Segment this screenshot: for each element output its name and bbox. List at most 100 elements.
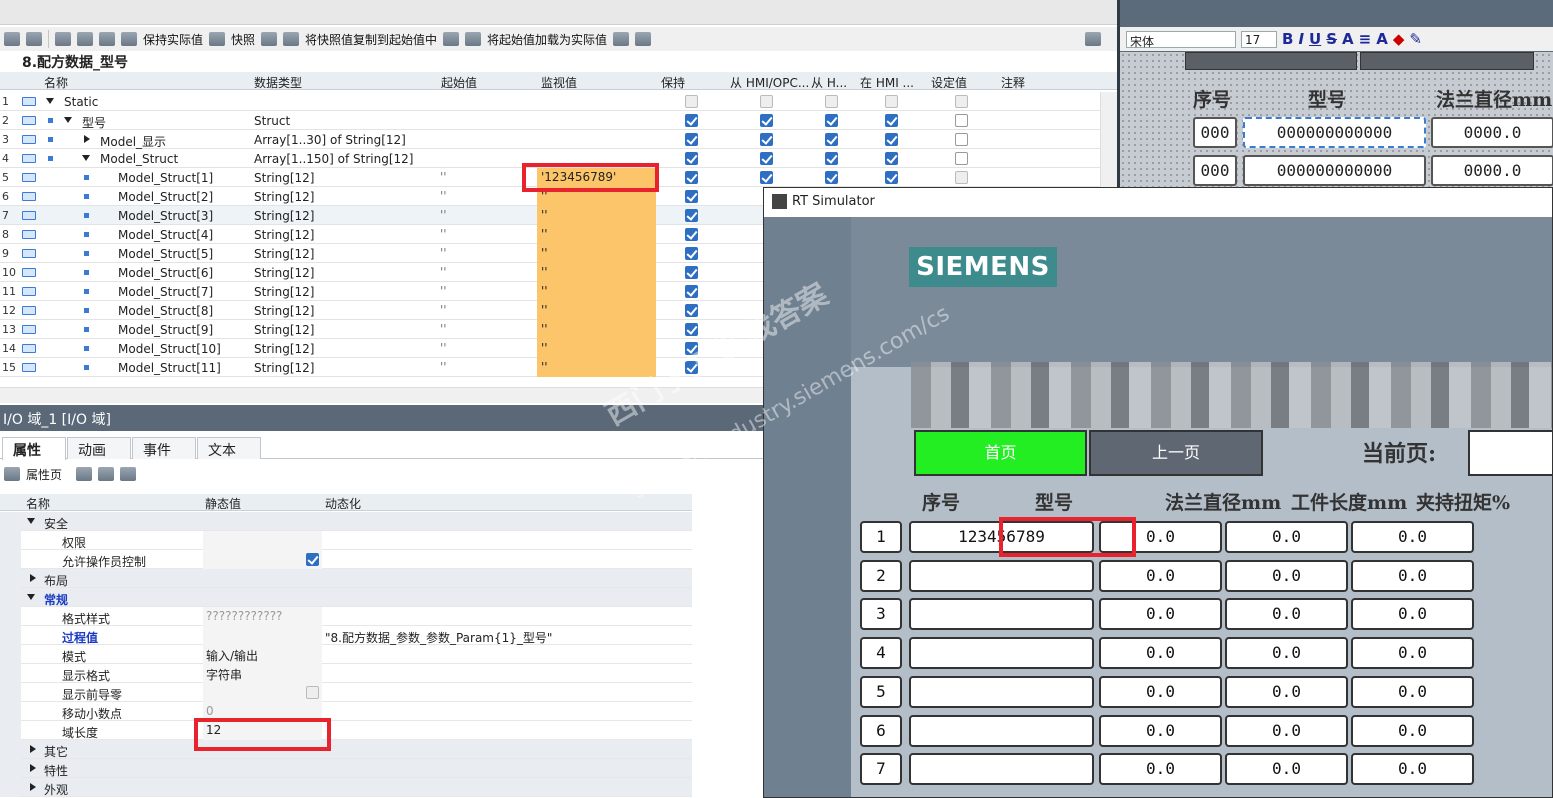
db-row[interactable]: 3 Model_显示 Array[1..30] of String[12] xyxy=(0,130,1100,149)
option-checkbox[interactable] xyxy=(885,152,898,165)
tag-start-value[interactable]: '' xyxy=(440,284,447,298)
length-cell[interactable]: 0.0 xyxy=(1225,521,1348,553)
option-checkbox[interactable] xyxy=(825,171,838,184)
bold-icon[interactable]: B xyxy=(1282,30,1293,48)
tag-start-value[interactable]: '' xyxy=(440,246,447,260)
tag-datatype[interactable]: String[12] xyxy=(254,266,314,280)
underline-icon[interactable]: U xyxy=(1309,30,1321,48)
property-page-icon[interactable] xyxy=(4,467,20,481)
wcc-cell[interactable]: 000000000000 xyxy=(1243,155,1426,186)
property-static-value[interactable]: 12 xyxy=(203,721,322,740)
tag-datatype[interactable]: String[12] xyxy=(254,171,314,185)
expand-right-icon[interactable] xyxy=(30,574,36,582)
flange-cell[interactable]: 0.0 xyxy=(1099,559,1222,592)
tag-monitor-value[interactable]: '' xyxy=(537,358,656,377)
flange-cell[interactable]: 0.0 xyxy=(1099,521,1222,553)
col-setpoint[interactable]: 设定值 xyxy=(931,74,967,91)
option-checkbox[interactable] xyxy=(885,171,898,184)
option-checkbox[interactable] xyxy=(955,171,968,184)
db-row[interactable]: 2 型号 Struct xyxy=(0,111,1100,130)
tag-name[interactable]: Model_Struct[10] xyxy=(118,342,221,356)
download-icon[interactable] xyxy=(613,32,630,46)
option-checkbox[interactable] xyxy=(685,133,698,146)
tag-name[interactable]: Model_Struct[1] xyxy=(118,171,213,185)
option-checkbox[interactable] xyxy=(760,152,773,165)
option-checkbox[interactable] xyxy=(760,171,773,184)
col-prop-static[interactable]: 静态值 xyxy=(205,495,241,512)
tag-datatype[interactable]: String[12] xyxy=(254,361,314,375)
align-icon[interactable]: ≡ xyxy=(1359,30,1372,48)
wcc-cell-selected[interactable]: 000000000000 xyxy=(1243,117,1426,148)
length-cell[interactable]: 0.0 xyxy=(1225,559,1348,592)
option-checkbox[interactable] xyxy=(685,171,698,184)
flange-cell[interactable]: 0.0 xyxy=(1099,675,1222,708)
property-row[interactable]: 允许操作员控制 xyxy=(0,550,692,569)
tab-events[interactable]: 事件 xyxy=(132,437,196,459)
flange-cell[interactable]: 0.0 xyxy=(1099,714,1222,747)
wcc-cell[interactable]: 000 xyxy=(1193,117,1237,148)
option-checkbox[interactable] xyxy=(685,152,698,165)
torque-cell[interactable]: 0.0 xyxy=(1351,521,1474,553)
add-row-icon[interactable] xyxy=(26,32,42,46)
col-prop-name[interactable]: 名称 xyxy=(26,495,50,512)
option-checkbox[interactable] xyxy=(685,95,698,108)
tag-datatype[interactable]: String[12] xyxy=(254,209,314,223)
length-cell[interactable]: 0.0 xyxy=(1225,598,1348,631)
tag-name[interactable]: Model_显示 xyxy=(100,133,166,150)
property-static-value[interactable]: 输入/输出 xyxy=(203,645,322,664)
load-start-icon-2[interactable] xyxy=(465,32,482,46)
fill-color-icon[interactable]: ◆ xyxy=(1393,30,1405,48)
expand-right-icon[interactable] xyxy=(30,745,36,753)
rt-titlebar[interactable]: RT Simulator xyxy=(764,188,1552,217)
sort-icon[interactable] xyxy=(76,467,93,481)
option-checkbox[interactable] xyxy=(885,95,898,108)
tag-monitor-value[interactable]: '' xyxy=(537,282,656,301)
property-group[interactable]: 外观 xyxy=(0,778,692,797)
italic-icon[interactable]: I xyxy=(1298,30,1304,48)
tag-datatype[interactable]: Array[1..150] of String[12] xyxy=(254,152,414,166)
tag-name[interactable]: Model_Struct[5] xyxy=(118,247,213,261)
expand-right-icon[interactable] xyxy=(30,764,36,772)
current-page-field[interactable] xyxy=(1468,430,1552,476)
option-checkbox[interactable] xyxy=(685,266,698,279)
expand-down-icon[interactable] xyxy=(46,98,54,104)
property-group[interactable]: 常规 xyxy=(0,588,692,607)
tag-name[interactable]: Model_Struct[7] xyxy=(118,285,213,299)
option-checkbox[interactable] xyxy=(955,152,968,165)
flange-cell[interactable]: 0.0 xyxy=(1099,753,1222,786)
line-color-icon[interactable]: ✎ xyxy=(1409,30,1422,48)
wcc-cell[interactable]: 000 xyxy=(1193,155,1237,186)
torque-cell[interactable]: 0.0 xyxy=(1351,714,1474,747)
tag-monitor-value[interactable]: '' xyxy=(537,301,656,320)
tag-monitor-value[interactable]: '' xyxy=(537,206,656,225)
col-in-hmi[interactable]: 在 HMI ... xyxy=(860,74,914,91)
col-monitor[interactable]: 监视值 xyxy=(541,74,577,91)
property-page-label[interactable]: 属性页 xyxy=(26,466,62,483)
property-static-value[interactable]: 0 xyxy=(203,702,322,721)
property-checkbox[interactable] xyxy=(306,553,319,566)
wcc-cell[interactable]: 0000.0 xyxy=(1431,117,1553,148)
tag-monitor-value[interactable]: '' xyxy=(537,244,656,263)
insert-row-icon[interactable] xyxy=(4,32,20,46)
col-from-hmi-opc[interactable]: 从 HMI/OPC... xyxy=(730,74,809,91)
model-cell[interactable] xyxy=(909,637,1094,670)
flange-cell[interactable]: 0.0 xyxy=(1099,598,1222,631)
option-checkbox[interactable] xyxy=(685,285,698,298)
tag-start-value[interactable]: '' xyxy=(440,208,447,222)
copy-snapshot-icon[interactable] xyxy=(261,32,278,46)
option-checkbox[interactable] xyxy=(825,114,838,127)
torque-cell[interactable]: 0.0 xyxy=(1351,598,1474,631)
font-size-select[interactable]: 17 xyxy=(1241,30,1277,48)
db-row[interactable]: 4 Model_Struct Array[1..150] of String[12] xyxy=(0,149,1100,168)
font-color-icon[interactable]: A xyxy=(1376,30,1388,48)
property-row[interactable]: 域长度 12 xyxy=(0,721,692,740)
upload-icon[interactable] xyxy=(635,32,652,46)
col-retain[interactable]: 保持 xyxy=(661,74,685,91)
db-row[interactable]: 5 Model_Struct[1] String[12] '' '123456789' xyxy=(0,168,1100,187)
snapshot-db-icon[interactable] xyxy=(209,32,226,46)
option-checkbox[interactable] xyxy=(685,304,698,317)
col-start[interactable]: 起始值 xyxy=(441,74,477,91)
property-row[interactable]: 权限 xyxy=(0,531,692,550)
option-checkbox[interactable] xyxy=(685,323,698,336)
tag-name[interactable]: Model_Struct[9] xyxy=(118,323,213,337)
